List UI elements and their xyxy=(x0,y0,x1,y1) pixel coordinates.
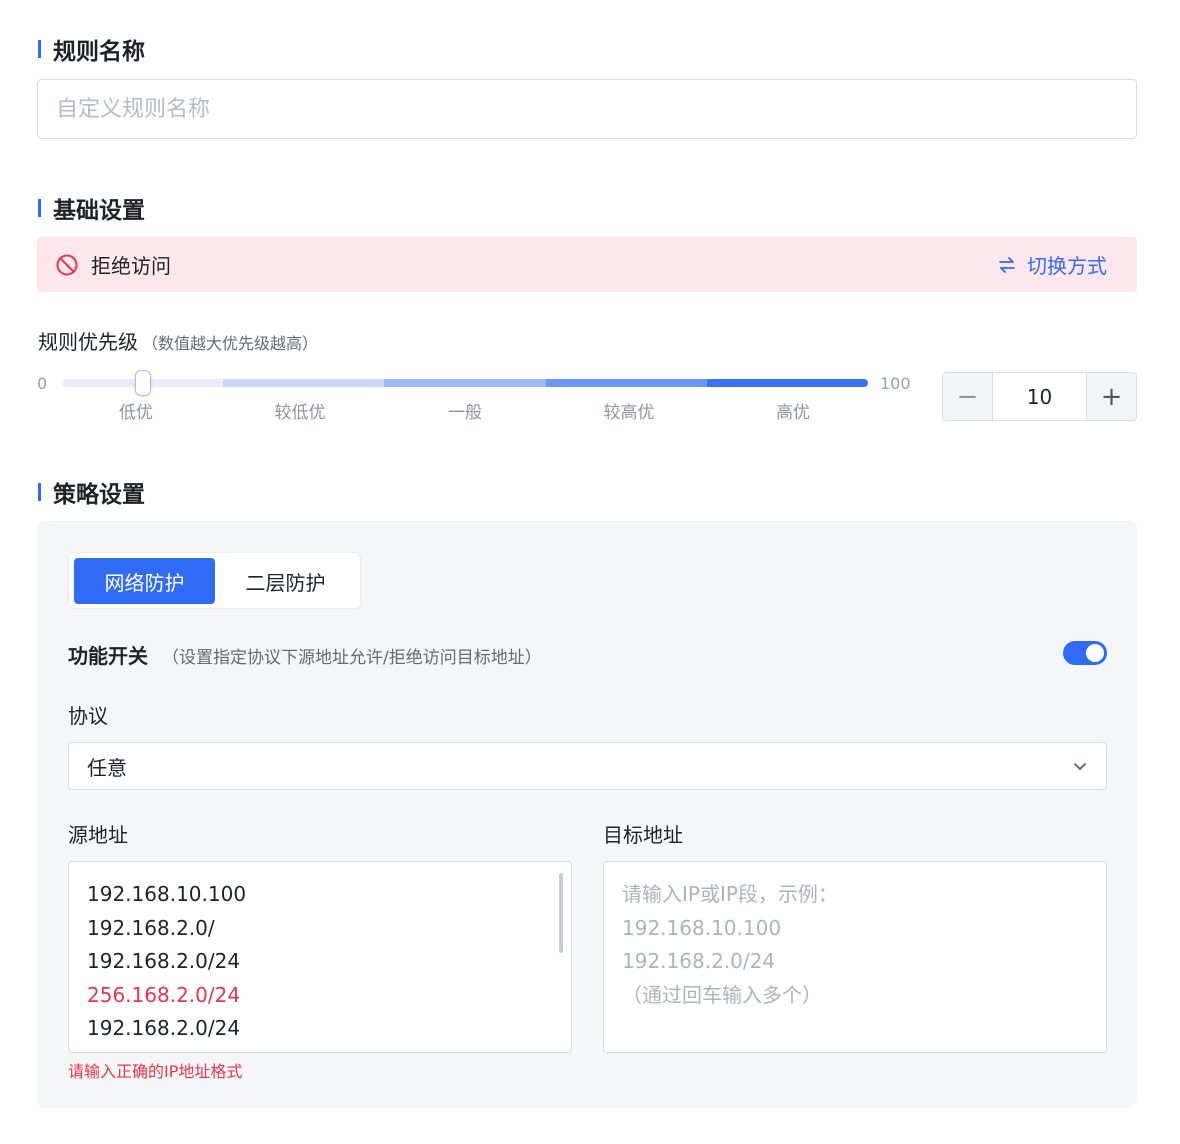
priority-value-input[interactable]: 10 xyxy=(992,373,1087,420)
section-title-text: 策略设置 xyxy=(53,482,145,508)
switch-mode-button[interactable]: 切换方式 xyxy=(997,237,1107,292)
ban-icon xyxy=(56,254,78,275)
toggle-knob xyxy=(1086,644,1104,662)
slider-tick-label: 较高优 xyxy=(603,403,655,423)
priority-hint: （数值越大优先级越高） xyxy=(142,334,319,353)
target-placeholder-line: 请输入IP或IP段，示例： xyxy=(622,882,838,906)
tab-layer2-protection[interactable]: 二层防护 xyxy=(215,558,356,604)
function-switch-row: 功能开关 （设置指定协议下源地址允许/拒绝访问目标地址） xyxy=(68,640,542,669)
slider-track-segment xyxy=(706,379,868,387)
section-title-text: 基础设置 xyxy=(53,198,145,224)
protection-tabs: 网络防护 二层防护 xyxy=(68,552,361,609)
slider-tick-label: 较低优 xyxy=(274,403,326,423)
source-address-label: 源地址 xyxy=(68,823,128,847)
priority-label-text: 规则优先级 xyxy=(38,330,138,354)
protocol-label: 协议 xyxy=(68,704,108,728)
protocol-selected-value: 任意 xyxy=(87,755,127,780)
section-title-rule-name: 规则名称 xyxy=(38,34,145,65)
section-accent-bar xyxy=(38,40,41,58)
action-bar: 拒绝访问 切换方式 xyxy=(37,237,1137,292)
target-address-textarea[interactable]: 请输入IP或IP段，示例： 192.168.10.100 192.168.2.0… xyxy=(603,861,1107,1053)
source-address-line-invalid: 256.168.2.0/24 xyxy=(87,982,241,1007)
section-title-text: 规则名称 xyxy=(53,39,145,65)
source-address-line: 192.168.2.0/ xyxy=(87,915,215,940)
action-label: 拒绝访问 xyxy=(91,254,171,278)
target-placeholder-line: 192.168.10.100 xyxy=(622,915,782,940)
textarea-scrollbar[interactable] xyxy=(559,873,563,953)
switch-mode-label: 切换方式 xyxy=(1027,254,1107,278)
swap-arrows-icon xyxy=(999,256,1015,273)
section-accent-bar xyxy=(38,199,41,217)
priority-slider-thumb[interactable] xyxy=(134,370,151,396)
slider-track-segment xyxy=(223,379,385,387)
source-address-textarea[interactable]: 192.168.10.100 192.168.2.0/ 192.168.2.0/… xyxy=(68,861,572,1053)
slider-min-label: 0 xyxy=(37,374,48,393)
function-toggle[interactable] xyxy=(1063,641,1107,665)
rule-name-input[interactable] xyxy=(37,79,1137,139)
section-title-strategy: 策略设置 xyxy=(38,477,145,508)
slider-tick-label: 低优 xyxy=(119,403,153,423)
slider-max-label: 100 xyxy=(880,374,911,393)
slider-track-segment xyxy=(545,379,707,387)
target-address-label: 目标地址 xyxy=(603,823,683,847)
priority-stepper: − 10 + xyxy=(942,372,1137,421)
source-address-line: 192.168.2.0/24 xyxy=(87,949,241,973)
priority-slider-track[interactable] xyxy=(62,379,868,387)
priority-label: 规则优先级 （数值越大优先级越高） xyxy=(38,326,318,355)
decrement-button[interactable]: − xyxy=(943,373,992,420)
protocol-select[interactable]: 任意 xyxy=(68,742,1107,790)
function-switch-hint: （设置指定协议下源地址允许/拒绝访问目标地址） xyxy=(162,648,542,668)
source-address-line: 192.168.2.0/24 xyxy=(87,1016,241,1040)
target-placeholder-line: （通过回车输入多个） xyxy=(622,982,822,1007)
tab-network-protection[interactable]: 网络防护 xyxy=(74,558,215,604)
slider-tick-label: 高优 xyxy=(776,403,810,423)
slider-track-segment xyxy=(384,379,546,387)
section-accent-bar xyxy=(38,483,41,501)
source-address-error: 请输入正确的IP地址格式 xyxy=(68,1062,243,1081)
target-placeholder-line: 192.168.2.0/24 xyxy=(622,949,776,973)
section-title-basic: 基础设置 xyxy=(38,193,145,224)
increment-button[interactable]: + xyxy=(1087,373,1136,420)
source-address-line: 192.168.10.100 xyxy=(87,882,247,906)
chevron-down-icon xyxy=(1074,763,1086,770)
function-switch-label: 功能开关 xyxy=(68,644,148,668)
slider-tick-label: 一般 xyxy=(448,403,482,423)
